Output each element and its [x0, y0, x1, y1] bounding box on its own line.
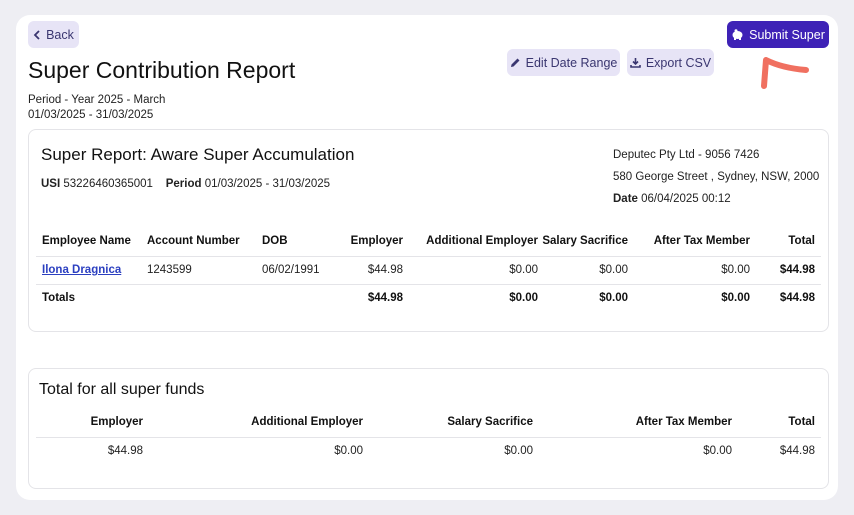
all-funds-table: Employer Additional Employer Salary Sacr…: [36, 408, 821, 465]
back-button-label: Back: [46, 27, 74, 42]
col-salary-sacrifice: Salary Sacrifice: [538, 227, 628, 257]
usi-label: USI: [41, 178, 61, 190]
table-header-row: Employee Name Account Number DOB Employe…: [36, 227, 821, 257]
col-after-tax-member: After Tax Member: [628, 227, 750, 257]
date-label: Date: [613, 193, 638, 205]
all-col-total: Total: [732, 408, 821, 438]
all-total-cell: $44.98: [779, 445, 815, 458]
arrow-annotation-icon: [761, 57, 809, 89]
employee-name-link[interactable]: Ilona Dragnica: [42, 264, 121, 276]
all-col-employer: Employer: [36, 408, 143, 438]
all-col-salary-sacrifice: Salary Sacrifice: [363, 408, 533, 438]
dob-cell: 06/02/1991: [262, 256, 322, 285]
all-col-additional-employer: Additional Employer: [143, 408, 363, 438]
edit-date-range-label: Edit Date Range: [525, 55, 618, 70]
period-value: 01/03/2025 - 31/03/2025: [204, 178, 331, 190]
totals-empty-1: [147, 284, 262, 312]
report-date: Date 06/04/2025 00:12: [613, 188, 819, 210]
company-address: 580 George Street , Sydney, NSW, 2000: [613, 171, 820, 183]
all-employer-cell: $44.98: [107, 445, 143, 458]
page-title: Super Contribution Report: [28, 57, 296, 83]
col-additional-employer: Additional Employer: [403, 227, 538, 257]
account-number-cell: 1243599: [147, 256, 262, 285]
all-additional-employer-cell: $0.00: [334, 445, 363, 458]
all-col-after-tax-member: After Tax Member: [533, 408, 732, 438]
all-salary-sacrifice-cell: $0.00: [504, 445, 533, 458]
totals-label: Totals: [42, 292, 76, 305]
after-tax-member-cell: $0.00: [628, 256, 750, 285]
all-funds-row: $44.98 $0.00 $0.00 $0.00 $44.98: [36, 437, 821, 465]
submit-super-label: Submit Super: [749, 27, 825, 42]
all-funds-title: Total for all super funds: [39, 381, 205, 398]
fund-report-title: Super Report: Aware Super Accumulation: [41, 145, 355, 164]
col-employer: Employer: [322, 227, 403, 257]
report-period: Period - Year 2025 - March 01/03/2025 - …: [28, 93, 165, 123]
col-total: Total: [750, 227, 821, 257]
totals-total: $44.98: [779, 292, 815, 305]
submit-super-button[interactable]: Submit Super: [727, 21, 829, 48]
chevron-left-icon: [33, 29, 40, 40]
usi-value: 53226460365001: [63, 178, 153, 190]
pencil-icon: [510, 58, 520, 67]
all-funds-header-row: Employer Additional Employer Salary Sacr…: [36, 408, 821, 438]
col-account-number: Account Number: [147, 227, 262, 257]
period-line-1: Period - Year 2025 - March: [28, 94, 166, 106]
totals-empty-2: [262, 284, 322, 312]
totals-employer: $44.98: [367, 292, 403, 305]
employee-contributions-table: Employee Name Account Number DOB Employe…: [36, 227, 821, 312]
totals-row: Totals $44.98 $0.00 $0.00 $0.00 $44.98: [36, 284, 821, 312]
totals-after-tax-member: $0.00: [721, 292, 750, 305]
period-label: Period: [165, 178, 202, 190]
col-employee-name: Employee Name: [36, 227, 147, 257]
table-row: Ilona Dragnica 1243599 06/02/1991 $44.98…: [36, 256, 821, 285]
company-details: Deputec Pty Ltd - 9056 7426 580 George S…: [613, 144, 819, 210]
additional-employer-cell: $0.00: [403, 256, 538, 285]
totals-additional-employer: $0.00: [509, 292, 538, 305]
all-after-tax-member-cell: $0.00: [703, 445, 732, 458]
piggy-bank-icon: [732, 29, 743, 40]
period-line-2: 01/03/2025 - 31/03/2025: [28, 109, 154, 121]
employer-cell: $44.98: [322, 256, 403, 285]
fund-report-meta: USI 53226460365001 Period 01/03/2025 - 3…: [41, 178, 330, 190]
salary-sacrifice-cell: $0.00: [538, 256, 628, 285]
date-value: 06/04/2025 00:12: [641, 193, 731, 205]
company-name: Deputec Pty Ltd - 9056 7426: [613, 149, 760, 161]
edit-date-range-button[interactable]: Edit Date Range: [507, 49, 620, 76]
export-csv-button[interactable]: Export CSV: [627, 49, 714, 76]
back-button[interactable]: Back: [28, 21, 79, 48]
total-cell: $44.98: [750, 256, 821, 285]
totals-salary-sacrifice: $0.00: [599, 292, 628, 305]
export-csv-label: Export CSV: [645, 55, 712, 70]
download-icon: [630, 58, 641, 68]
col-dob: DOB: [262, 227, 322, 257]
